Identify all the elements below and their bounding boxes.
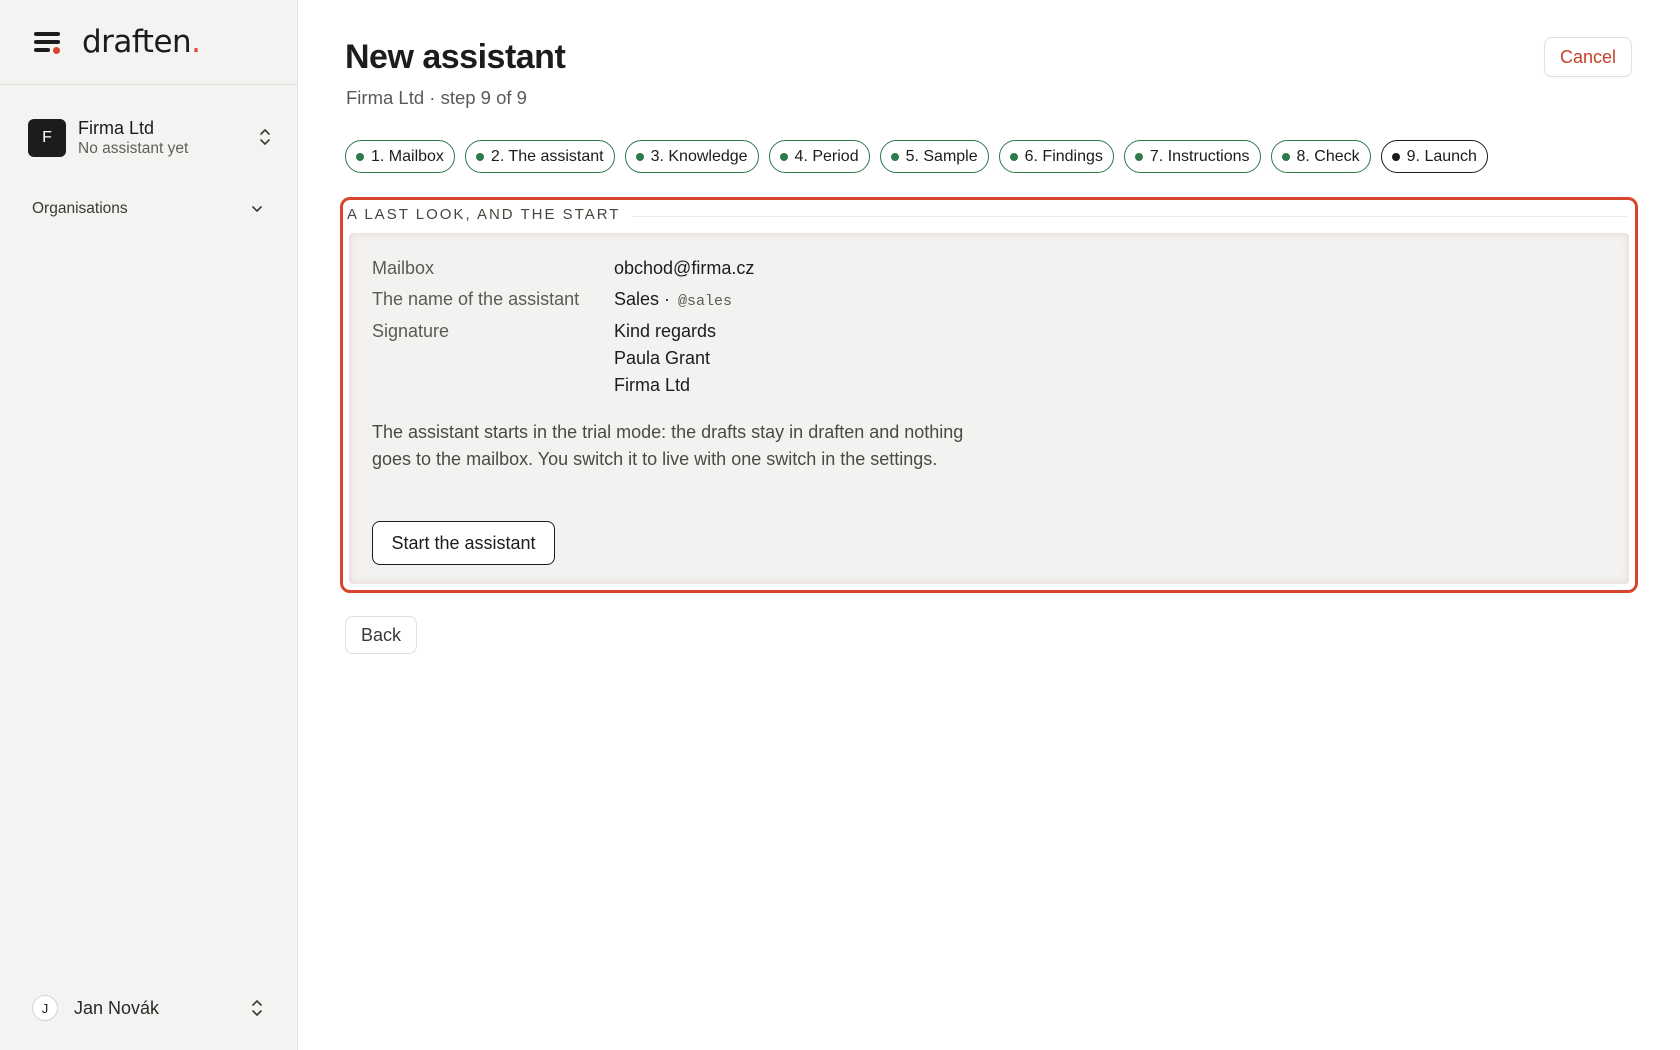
step-knowledge[interactable]: 3. Knowledge [624, 140, 759, 173]
step-done-dot [890, 152, 899, 161]
organisations-toggle[interactable]: Organisations [32, 200, 264, 218]
summary-panel: Mailbox obchod@firma.cz The name of the … [349, 233, 1629, 584]
step-navigator: 1. Mailbox 2. The assistant 3. Knowledge… [345, 140, 1488, 173]
page-title: New assistant [345, 38, 566, 76]
chevron-up-down-icon [260, 129, 270, 145]
menu-icon[interactable] [34, 32, 60, 54]
step-done-dot [475, 152, 484, 161]
step-done-dot [1009, 152, 1018, 161]
organisations-label: Organisations [32, 200, 128, 217]
signature-label: Signature [372, 321, 450, 341]
step-current-dot [1391, 152, 1400, 161]
signature-line: Firma Ltd [614, 375, 691, 395]
step-sample[interactable]: 5. Sample [879, 140, 989, 173]
signature-line: Paula Grant [614, 348, 711, 368]
signature-line: Kind regards [614, 321, 717, 341]
brand-bar: draften. [0, 0, 297, 85]
step-launch[interactable]: 9. Launch [1380, 140, 1488, 173]
launch-review-section: A LAST LOOK, AND THE START Mailbox obcho… [340, 197, 1638, 593]
org-switcher[interactable]: F Firma Ltd No assistant yet [28, 118, 272, 158]
assistant-name-label: The name of the assistant [372, 289, 580, 309]
mailbox-label: Mailbox [372, 258, 435, 278]
user-avatar: J [32, 995, 58, 1021]
step-period[interactable]: 4. Period [768, 140, 870, 173]
step-done-dot [779, 152, 788, 161]
step-done-dot [1281, 152, 1290, 161]
step-mailbox[interactable]: 1. Mailbox [345, 140, 455, 173]
step-done-dot [356, 152, 364, 161]
assistant-name-value: Sales · [614, 289, 671, 309]
org-name: Firma Ltd [78, 118, 155, 138]
cancel-button[interactable]: Cancel [1544, 37, 1632, 77]
section-heading: A LAST LOOK, AND THE START [347, 206, 633, 223]
assistant-handle: @sales [678, 293, 733, 310]
trial-mode-note: The assistant starts in the trial mode: … [372, 422, 964, 469]
step-check[interactable]: 8. Check [1270, 140, 1371, 173]
org-avatar: F [28, 119, 66, 157]
start-assistant-button[interactable]: Start the assistant [372, 521, 555, 565]
org-status: No assistant yet [78, 140, 189, 157]
sidebar: draften. F Firma Ltd No assistant yet Or… [0, 0, 298, 1050]
mailbox-value: obchod@firma.cz [614, 258, 755, 278]
back-button[interactable]: Back [345, 616, 417, 654]
step-instructions[interactable]: 7. Instructions [1123, 140, 1261, 173]
chevron-down-icon [252, 206, 262, 212]
step-findings[interactable]: 6. Findings [998, 140, 1114, 173]
step-done-dot [1134, 152, 1143, 161]
step-the-assistant[interactable]: 2. The assistant [464, 140, 615, 173]
chevron-up-down-icon [252, 1000, 262, 1016]
step-done-dot [635, 152, 644, 161]
user-menu[interactable]: J Jan Novák [32, 994, 264, 1022]
main-content: New assistant Firma Ltd · step 9 of 9 Ca… [298, 0, 1680, 1050]
logo: draften. [82, 24, 201, 60]
user-name: Jan Novák [74, 997, 160, 1018]
page-subtitle: Firma Ltd · step 9 of 9 [346, 87, 527, 108]
